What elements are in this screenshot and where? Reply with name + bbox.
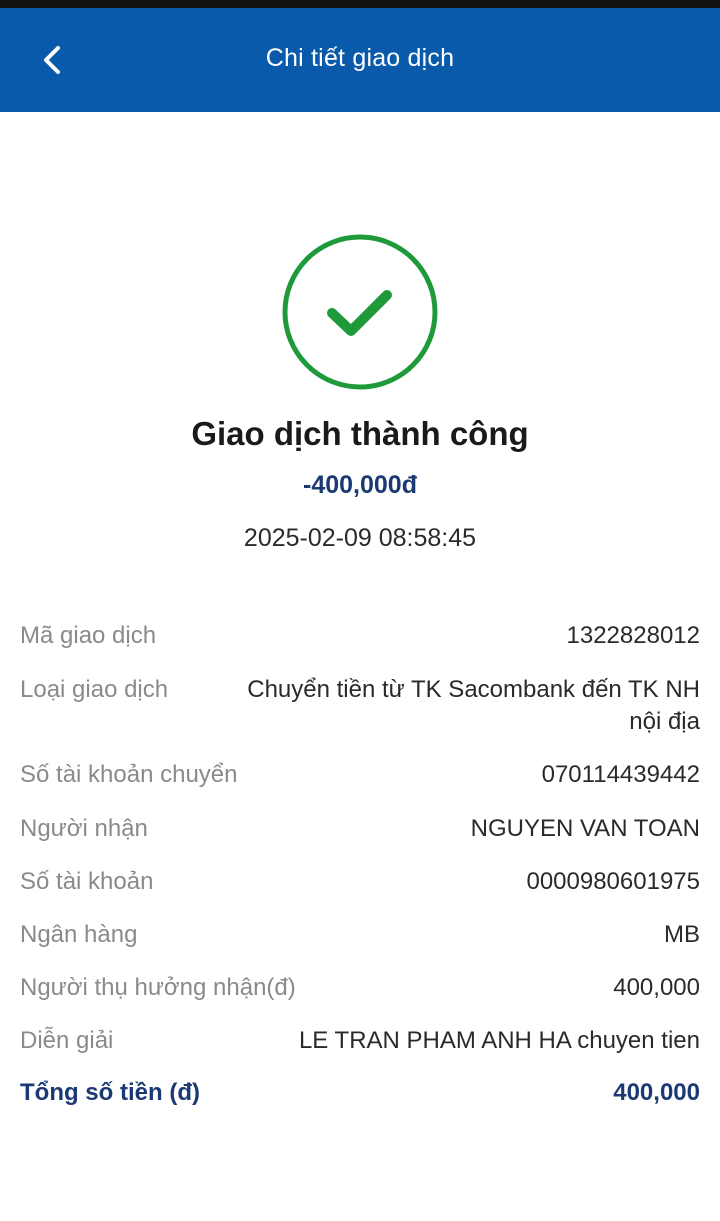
detail-label: Loại giao dịch — [20, 676, 169, 703]
detail-row-bank: Ngân hàng MB — [20, 919, 700, 951]
transaction-datetime: 2025-02-09 08:58:45 — [243, 524, 477, 552]
detail-label: Người nhận — [20, 815, 148, 842]
detail-row-description: Diễn giải LE TRAN PHAM ANH HA chuyen tie… — [20, 1025, 700, 1057]
detail-label: Người thụ hưởng nhận(đ) — [20, 974, 296, 1001]
detail-row-source-account: Số tài khoản chuyển 070114439442 — [20, 759, 700, 791]
detail-row-recipient: Người nhận NGUYEN VAN TOAN — [20, 813, 700, 845]
detail-value: LE TRAN PHAM ANH HA chuyen tien — [298, 1027, 700, 1054]
detail-value: MB — [664, 921, 700, 948]
detail-value: Chuyển tiền từ TK Sacombank đến TK NH nộ… — [247, 676, 700, 735]
detail-value: 070114439442 — [541, 761, 700, 788]
transaction-amount: -400,000đ — [303, 471, 417, 499]
detail-row-transaction-id: Mã giao dịch 1322828012 — [20, 620, 700, 652]
detail-row-beneficiary-amount: Người thụ hưởng nhận(đ) 400,000 — [20, 972, 700, 1004]
detail-label: Số tài khoản — [20, 868, 154, 895]
detail-label: Số tài khoản chuyển — [20, 761, 238, 788]
detail-value: NGUYEN VAN TOAN — [470, 815, 700, 842]
detail-label: Mã giao dịch — [20, 622, 157, 649]
page-title: Chi tiết giao dịch — [265, 44, 455, 72]
success-check-icon — [281, 233, 439, 391]
detail-row-total: Tổng số tiền (đ) 400,000 — [20, 1077, 700, 1109]
detail-value: 1322828012 — [566, 622, 700, 649]
detail-row-transaction-type: Loại giao dịch Chuyển tiền từ TK Sacomba… — [20, 674, 700, 738]
total-label: Tổng số tiền (đ) — [20, 1079, 200, 1106]
detail-value: 0000980601975 — [526, 868, 700, 895]
status-title: Giao dịch thành công — [191, 415, 529, 452]
detail-row-account-number: Số tài khoản 0000980601975 — [20, 866, 700, 898]
total-value: 400,000 — [613, 1079, 700, 1106]
status-bar — [0, 0, 720, 8]
detail-label: Diễn giải — [20, 1027, 114, 1054]
detail-value: 400,000 — [613, 974, 700, 1001]
detail-label: Ngân hàng — [20, 921, 138, 948]
app-header: Chi tiết giao dịch — [0, 8, 720, 112]
